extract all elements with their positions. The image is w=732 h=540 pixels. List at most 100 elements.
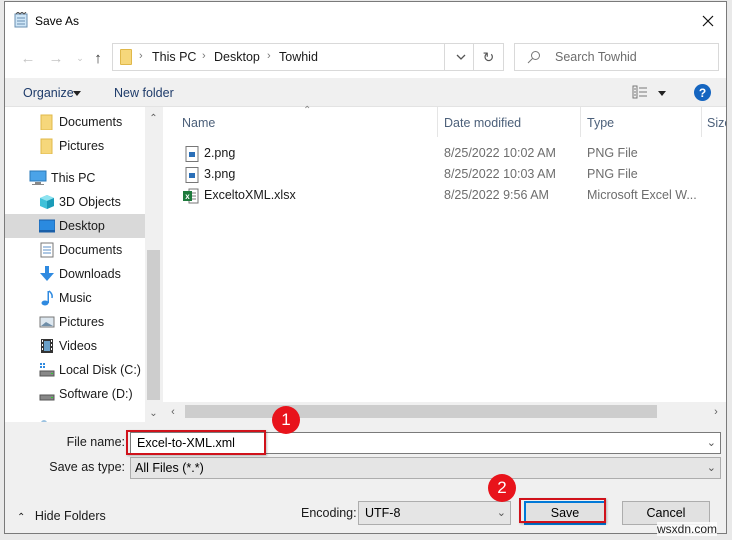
sidebar-item-label: Downloads bbox=[59, 267, 121, 281]
chevron-up-icon: ⌃ bbox=[149, 112, 158, 124]
chevron-left-icon: ‹ bbox=[171, 405, 175, 418]
file-list: ⌃ Name Date modified Type Size 2.png 8/2… bbox=[163, 105, 726, 402]
scroll-left-button[interactable]: ‹ bbox=[166, 404, 180, 419]
sidebar-item-label: Documents bbox=[59, 115, 123, 129]
close-button[interactable] bbox=[695, 8, 721, 34]
back-button[interactable]: ← bbox=[19, 49, 37, 67]
file-list-horizontal-scrollbar[interactable]: ‹ › bbox=[163, 402, 726, 421]
folder-icon bbox=[39, 138, 55, 155]
address-bar[interactable]: › This PC › Desktop › Towhid bbox=[112, 43, 474, 71]
sidebar-item-label: This PC bbox=[51, 171, 96, 185]
scroll-up-button[interactable]: ⌃ bbox=[145, 110, 162, 126]
pictures-icon bbox=[39, 314, 55, 330]
sidebar-item-label: Local Disk (C:) bbox=[59, 363, 141, 377]
view-options-dropdown[interactable] bbox=[658, 91, 666, 96]
excel-file-icon: x bbox=[183, 188, 199, 204]
file-type: Microsoft Excel W... bbox=[587, 188, 697, 202]
horizontal-scrollbar-thumb[interactable] bbox=[185, 405, 657, 418]
save-as-type-value: All Files (*.*) bbox=[135, 461, 204, 475]
sidebar-item-local-disk-c[interactable]: Local Disk (C:) bbox=[5, 358, 145, 382]
file-row[interactable]: 3.png 8/25/2022 10:03 AM PNG File bbox=[163, 164, 726, 185]
refresh-button[interactable]: ↻ bbox=[474, 43, 504, 71]
sidebar-item-3d-objects[interactable]: 3D Objects bbox=[5, 190, 145, 214]
step-1-badge: 1 bbox=[272, 406, 300, 434]
breadcrumb-separator: › bbox=[139, 50, 143, 62]
sidebar-item-label: Desktop bbox=[59, 219, 105, 233]
column-header-type[interactable]: Type bbox=[581, 107, 701, 137]
column-header-name[interactable]: Name bbox=[163, 107, 437, 137]
scroll-right-button[interactable]: › bbox=[709, 404, 723, 419]
file-name: ExceltoXML.xlsx bbox=[204, 188, 296, 202]
encoding-label: Encoding: bbox=[301, 506, 357, 520]
file-name-label: File name: bbox=[66, 435, 125, 449]
column-header-label: Size bbox=[707, 116, 726, 130]
up-button[interactable]: ↑ bbox=[89, 49, 107, 67]
column-header-date-modified[interactable]: Date modified bbox=[438, 107, 580, 137]
videos-icon bbox=[39, 338, 55, 354]
breadcrumb-desktop[interactable]: Desktop bbox=[214, 50, 260, 64]
forward-button[interactable]: → bbox=[47, 49, 65, 67]
sidebar-item-pictures[interactable]: Pictures bbox=[5, 310, 145, 334]
recent-locations-button[interactable]: ⌄ bbox=[71, 49, 89, 67]
document-icon bbox=[39, 242, 55, 258]
arrow-up-icon: ↑ bbox=[94, 49, 102, 67]
sidebar-item-label: Videos bbox=[59, 339, 97, 353]
hide-folders-label: Hide Folders bbox=[34, 509, 106, 523]
breadcrumb-towhid[interactable]: Towhid bbox=[279, 50, 318, 64]
network-icon bbox=[39, 414, 49, 422]
sidebar-item-software-d[interactable]: Software (D:) bbox=[5, 382, 145, 406]
sidebar-scrollbar[interactable]: ⌃ ⌄ bbox=[145, 107, 162, 422]
chevron-right-icon: › bbox=[714, 405, 718, 418]
save-button-highlight bbox=[519, 498, 606, 523]
drive-icon bbox=[39, 386, 55, 402]
file-name: 3.png bbox=[204, 167, 236, 181]
svg-text:x: x bbox=[185, 192, 190, 201]
file-name: 2.png bbox=[204, 146, 236, 160]
file-type: PNG File bbox=[587, 167, 638, 181]
new-folder-button[interactable]: New folder bbox=[114, 86, 174, 100]
computer-icon bbox=[29, 170, 47, 186]
file-row[interactable]: 2.png 8/25/2022 10:02 AM PNG File bbox=[163, 143, 726, 164]
sidebar-item-label: Pictures bbox=[59, 139, 105, 153]
help-button[interactable]: ? bbox=[694, 84, 711, 101]
arrow-left-icon: ← bbox=[20, 49, 36, 67]
sidebar-item-documents[interactable]: Documents bbox=[5, 238, 145, 262]
sidebar-item-videos[interactable]: Videos bbox=[5, 334, 145, 358]
sidebar-item-desktop[interactable]: Desktop bbox=[5, 214, 145, 238]
sidebar-item-label: Pictures bbox=[59, 315, 105, 329]
file-row[interactable]: x ExceltoXML.xlsx 8/25/2022 9:56 AM Micr… bbox=[163, 185, 726, 206]
breadcrumb-this-pc[interactable]: This PC bbox=[152, 50, 196, 64]
image-file-icon bbox=[185, 146, 199, 162]
organize-button[interactable]: Organize bbox=[23, 86, 74, 100]
column-header-size[interactable]: Size bbox=[702, 107, 726, 137]
image-file-icon bbox=[185, 167, 199, 183]
watermark: wsxdn.com bbox=[657, 522, 718, 536]
breadcrumb-separator: › bbox=[202, 50, 206, 62]
sidebar-item-music[interactable]: Music bbox=[5, 286, 145, 310]
sidebar-item-documents-quick[interactable]: Documents bbox=[5, 110, 145, 134]
sidebar-item-label: Documents bbox=[59, 243, 123, 257]
details-view-icon[interactable] bbox=[632, 85, 648, 99]
hide-folders-button[interactable]: ⌃ Hide Folders bbox=[17, 509, 106, 523]
window-title: Save As bbox=[35, 14, 80, 28]
download-icon bbox=[39, 266, 55, 282]
sidebar-item-pictures-quick[interactable]: Pictures bbox=[5, 134, 145, 158]
title-bar: Save As bbox=[5, 2, 726, 40]
sidebar-scrollbar-thumb[interactable] bbox=[147, 250, 160, 400]
search-placeholder: Search Towhid bbox=[555, 50, 637, 64]
chevron-up-icon: ⌃ bbox=[17, 512, 26, 523]
breadcrumb-separator: › bbox=[267, 50, 271, 62]
encoding-select[interactable]: UTF-8 ⌄ bbox=[358, 501, 511, 525]
3d-objects-icon bbox=[39, 194, 55, 210]
scroll-down-button[interactable]: ⌄ bbox=[145, 405, 162, 421]
sidebar-item-label: Software (D:) bbox=[59, 387, 133, 401]
notepad-icon bbox=[14, 12, 28, 28]
search-input[interactable]: Search Towhid bbox=[514, 43, 719, 71]
sidebar-item-this-pc[interactable]: This PC bbox=[5, 166, 145, 190]
sidebar-item-downloads[interactable]: Downloads bbox=[5, 262, 145, 286]
chevron-down-icon: ⌄ bbox=[149, 407, 158, 419]
chevron-down-icon[interactable]: ⌄ bbox=[707, 436, 716, 449]
address-history-dropdown[interactable] bbox=[444, 44, 477, 70]
save-as-type-select[interactable]: All Files (*.*) ⌄ bbox=[130, 457, 721, 479]
chevron-down-icon: ⌄ bbox=[496, 507, 506, 519]
